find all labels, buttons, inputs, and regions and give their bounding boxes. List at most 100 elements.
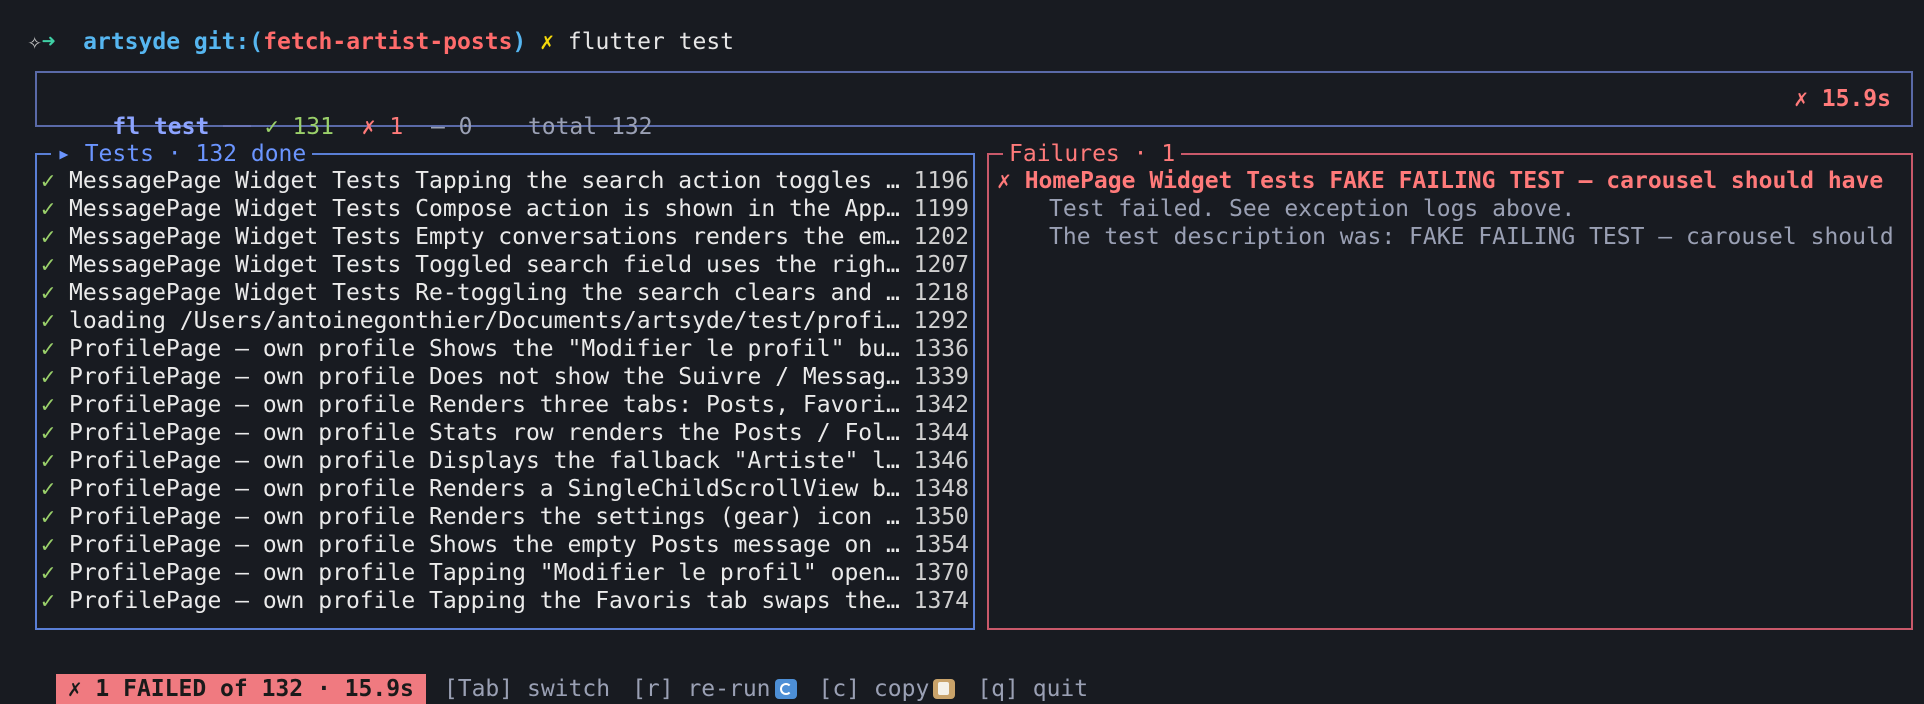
failures-panel[interactable]: Failures · 1 ✗ HomePage Widget Tests FAK… xyxy=(987,140,1913,630)
test-row[interactable]: ✓ MessagePage Widget Tests Empty conversa… xyxy=(41,223,969,251)
failure-summary-badge: ✗ 1 FAILED of 132 · 15.9s xyxy=(55,674,426,704)
test-line-number: 1339 xyxy=(913,364,969,390)
pass-check-icon: ✓ xyxy=(41,252,55,278)
pass-check-icon: ✓ xyxy=(41,504,55,530)
test-line-number: 1336 xyxy=(913,336,969,362)
test-line-number: 1207 xyxy=(913,252,969,278)
test-line-number: 1350 xyxy=(913,504,969,530)
quit-key-hint[interactable]: [q] quit xyxy=(977,676,1088,702)
test-name: ProfilePage — own profile Renders a Sing… xyxy=(69,476,909,502)
test-line-number: 1202 xyxy=(913,224,969,250)
test-name: ProfilePage — own profile Tapping "Modif… xyxy=(69,560,900,586)
test-line-number: 1292 xyxy=(913,308,969,334)
skipped-count: – 0 xyxy=(430,114,473,140)
rerun-icon xyxy=(774,679,797,699)
rerun-key-label: [r] re-run xyxy=(632,676,771,702)
test-line-number: 1370 xyxy=(913,560,969,586)
pass-check-icon: ✓ xyxy=(41,448,55,474)
test-name: ProfilePage — own profile Displays the f… xyxy=(69,448,909,474)
test-row[interactable]: ✓ ProfilePage — own profile Renders the s… xyxy=(41,503,969,531)
test-line-number: 1199 xyxy=(913,196,969,222)
tests-panel-title: ▸ Tests · 132 done xyxy=(51,140,313,168)
prompt-arrow-icon: ➜ xyxy=(41,29,56,55)
test-line-number: 1196 xyxy=(913,168,969,194)
test-line-number: 1346 xyxy=(913,448,969,474)
test-line-number: 1218 xyxy=(913,280,969,306)
test-line-number: 1342 xyxy=(913,392,969,418)
git-label: git:( xyxy=(193,29,264,55)
pass-check-icon: ✓ xyxy=(41,336,55,362)
test-name: ProfilePage — own profile Stats row rend… xyxy=(69,420,909,446)
failure-detail: Test failed. See exception logs above. xyxy=(1049,196,1576,222)
test-row[interactable]: ✓ loading /Users/antoinegonthier/Document… xyxy=(41,307,969,335)
pass-check-icon: ✓ xyxy=(41,308,55,334)
test-name: ProfilePage — own profile Does not show … xyxy=(69,364,900,390)
test-row[interactable]: ✓ ProfilePage — own profile Renders three… xyxy=(41,391,969,419)
tests-list[interactable]: ✓ MessagePage Widget Tests Tapping the se… xyxy=(41,167,969,615)
test-row[interactable]: ✓ ProfilePage — own profile Shows the emp… xyxy=(41,531,969,559)
summary-header: fl test ── ✓ 131 ✗ 1 – 0 total 132 ✗ 15.… xyxy=(35,71,1913,140)
pass-check-icon: ✓ xyxy=(41,196,55,222)
test-name: MessagePage Widget Tests Empty conversat… xyxy=(69,224,909,250)
test-row[interactable]: ✓ ProfilePage — own profile Does not show… xyxy=(41,363,969,391)
app-title: fl test xyxy=(112,114,210,140)
failure-detail: The test description was: FAKE FAILING T… xyxy=(1049,224,1894,250)
pass-check-icon: ✓ xyxy=(41,588,55,614)
shell-prompt: ✧➜ artsyde git:(fetch-artist-posts) ✗ fl… xyxy=(0,0,734,55)
test-row[interactable]: ✓ ProfilePage — own profile Stats row ren… xyxy=(41,419,969,447)
test-row[interactable]: ✓ MessagePage Widget Tests Toggled search… xyxy=(41,251,969,279)
pass-check-icon: ✓ xyxy=(41,476,55,502)
test-name: loading /Users/antoinegonthier/Documents… xyxy=(69,308,909,334)
test-row[interactable]: ✓ MessagePage Widget Tests Compose action… xyxy=(41,195,969,223)
test-name: MessagePage Widget Tests Toggled search … xyxy=(69,252,909,278)
clipboard-icon xyxy=(933,679,956,699)
test-row[interactable]: ✓ ProfilePage — own profile Displays the … xyxy=(41,447,969,475)
pass-check-icon: ✓ xyxy=(41,420,55,446)
test-name: ProfilePage — own profile Shows the "Mod… xyxy=(69,336,909,362)
test-name: ProfilePage — own profile Renders three … xyxy=(69,392,909,418)
test-name: MessagePage Widget Tests Compose action … xyxy=(69,196,909,222)
switch-key-hint[interactable]: [Tab] switch xyxy=(444,676,610,702)
pass-check-icon: ✓ xyxy=(41,224,55,250)
current-directory: artsyde xyxy=(83,29,181,55)
status-bar: ✗ 1 FAILED of 132 · 15.9s [Tab] switch [r]… xyxy=(28,644,1110,704)
failed-count: ✗ 1 xyxy=(361,114,404,140)
test-name: ProfilePage — own profile Shows the empt… xyxy=(69,532,909,558)
test-row[interactable]: ✓ MessagePage Widget Tests Tapping the se… xyxy=(41,167,969,195)
test-name: MessagePage Widget Tests Tapping the sea… xyxy=(69,168,909,194)
test-row[interactable]: ✓ ProfilePage — own profile Renders a Sin… xyxy=(41,475,969,503)
pass-check-icon: ✓ xyxy=(41,392,55,418)
pass-check-icon: ✓ xyxy=(41,560,55,586)
test-line-number: 1344 xyxy=(913,420,969,446)
pass-check-icon: ✓ xyxy=(41,168,55,194)
pass-check-icon: ✓ xyxy=(41,532,55,558)
sparkle-icon: ✧ xyxy=(27,29,42,55)
test-name: ProfilePage — own profile Renders the se… xyxy=(69,504,909,530)
title-separator: ── xyxy=(223,114,251,140)
copy-key-label: [c] copy xyxy=(818,676,930,702)
test-name: MessagePage Widget Tests Re-toggling the… xyxy=(69,280,909,306)
run-duration: ✗ 15.9s xyxy=(1794,86,1891,112)
git-branch: fetch-artist-posts xyxy=(263,29,513,55)
command-text: flutter test xyxy=(567,29,735,55)
failures-panel-title: Failures · 1 xyxy=(1003,140,1182,168)
passed-count: ✓ 131 xyxy=(264,114,334,140)
dirty-mark-icon: ✗ xyxy=(540,29,554,55)
pass-check-icon: ✓ xyxy=(41,280,55,306)
git-label-close: ) xyxy=(512,29,527,55)
test-row[interactable]: ✓ ProfilePage — own profile Tapping the F… xyxy=(41,587,969,615)
test-row[interactable]: ✓ ProfilePage — own profile Shows the "Mo… xyxy=(41,335,969,363)
tests-panel[interactable]: ▸ Tests · 132 done ✓ MessagePage Widget T… xyxy=(35,140,975,630)
rerun-key-hint[interactable]: [r] re-run xyxy=(632,676,797,702)
total-count: total 132 xyxy=(527,114,653,140)
copy-key-hint[interactable]: [c] copy xyxy=(819,676,956,702)
test-line-number: 1354 xyxy=(913,532,969,558)
test-row[interactable]: ✓ MessagePage Widget Tests Re-toggling th… xyxy=(41,279,969,307)
test-name: ProfilePage — own profile Tapping the Fa… xyxy=(69,588,909,614)
test-line-number: 1348 xyxy=(913,476,969,502)
pass-check-icon: ✓ xyxy=(41,364,55,390)
failures-list[interactable]: ✗ HomePage Widget Tests FAKE FAILING TES… xyxy=(997,167,1897,251)
test-row[interactable]: ✓ ProfilePage — own profile Tapping "Modi… xyxy=(41,559,969,587)
failure-title[interactable]: ✗ HomePage Widget Tests FAKE FAILING TES… xyxy=(997,167,1897,195)
test-line-number: 1374 xyxy=(913,588,969,614)
